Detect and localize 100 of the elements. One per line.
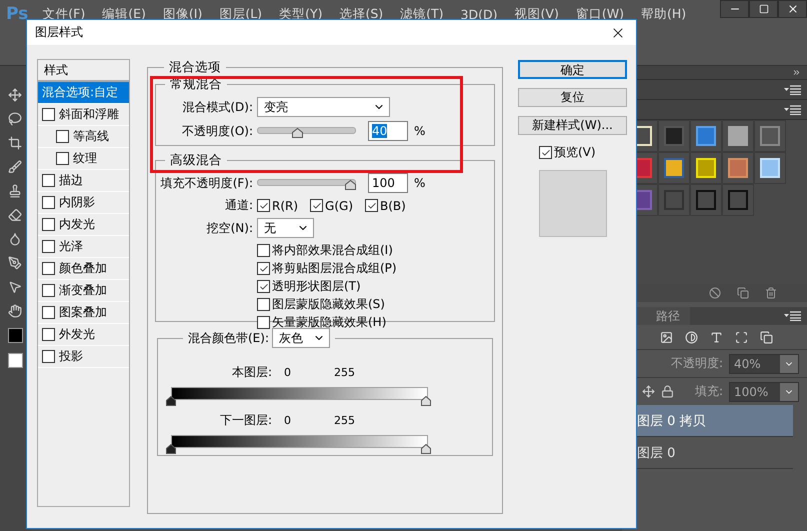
style-list-item[interactable]: 内发光 bbox=[38, 214, 129, 236]
lock-icon[interactable] bbox=[661, 385, 674, 398]
preview-swatch bbox=[539, 170, 607, 237]
style-list-item[interactable]: 斜面和浮雕 bbox=[38, 104, 129, 126]
opacity-label: 不透明度: bbox=[670, 355, 723, 372]
percent-unit: % bbox=[414, 176, 426, 190]
field-label: 挖空(N): bbox=[206, 220, 254, 236]
panel-menu-icon[interactable] bbox=[784, 104, 801, 114]
eraser-icon[interactable] bbox=[8, 208, 22, 222]
field-label: 混合模式(D): bbox=[181, 98, 254, 116]
field-label: 通道: bbox=[224, 197, 254, 214]
background-color-swatch[interactable] bbox=[8, 353, 22, 368]
style-list-item[interactable]: 图案叠加 bbox=[38, 302, 129, 324]
dialog-title: 图层样式 bbox=[35, 24, 83, 41]
style-list-item[interactable]: 内阴影 bbox=[38, 192, 129, 214]
dialog-button[interactable]: 新建样式(W)... bbox=[518, 116, 627, 135]
crop-icon[interactable] bbox=[8, 136, 22, 150]
collapse-icon[interactable] bbox=[792, 68, 801, 77]
blend-mode-dropdown[interactable]: 变亮 bbox=[257, 97, 390, 117]
droplet-icon[interactable] bbox=[8, 232, 22, 246]
channel-checkbox[interactable]: R(R) bbox=[257, 198, 298, 212]
move-icon[interactable] bbox=[8, 88, 22, 102]
style-list-item[interactable]: 投影 bbox=[38, 346, 129, 368]
field-label: 混合颜色带(E): bbox=[188, 330, 269, 346]
knockout-dropdown[interactable]: 无 bbox=[257, 218, 314, 238]
band-high-value: 255 bbox=[333, 366, 356, 379]
stamp-icon[interactable] bbox=[8, 184, 22, 198]
group-title: 混合选项 bbox=[168, 59, 222, 76]
option-checkbox[interactable]: 将剪贴图层混合成组(P) bbox=[257, 260, 482, 277]
opacity-field[interactable]: 40% bbox=[729, 354, 799, 374]
style-list-item[interactable]: 光泽 bbox=[38, 236, 129, 258]
check-icon bbox=[258, 200, 268, 210]
fill-opacity-input[interactable]: 100 bbox=[368, 173, 408, 193]
menu-item[interactable]: 图像(I) bbox=[162, 6, 202, 22]
smart-object-filter-icon[interactable] bbox=[760, 330, 773, 344]
clear-style-icon[interactable] bbox=[709, 287, 721, 299]
pointer-icon[interactable] bbox=[8, 280, 22, 294]
channel-checkbox[interactable]: G(G) bbox=[310, 198, 354, 212]
menu-item[interactable]: 编辑(E) bbox=[102, 6, 146, 22]
adjustment-filter-icon[interactable] bbox=[685, 330, 698, 344]
field-label: 不透明度(O): bbox=[181, 122, 254, 140]
style-list-item[interactable]: 外发光 bbox=[38, 324, 129, 346]
band-high-value: 255 bbox=[333, 414, 356, 427]
type-filter-icon[interactable] bbox=[710, 330, 723, 344]
check-icon bbox=[312, 200, 322, 210]
percent-unit: % bbox=[414, 124, 426, 138]
menu-item[interactable]: 帮助(H) bbox=[640, 6, 686, 22]
option-checkbox[interactable]: 将内部效果混合成组(I) bbox=[257, 242, 482, 259]
hand-icon[interactable] bbox=[8, 304, 22, 318]
band-low-value: 0 bbox=[283, 414, 292, 427]
fill-field[interactable]: 100% bbox=[729, 382, 799, 402]
menu-item[interactable]: 图层(L) bbox=[219, 6, 262, 22]
menu-item[interactable]: 3D(D) bbox=[460, 6, 498, 22]
new-style-icon[interactable] bbox=[737, 287, 749, 299]
field-label: 填充不透明度(F): bbox=[160, 174, 254, 192]
close-button[interactable] bbox=[778, 0, 807, 18]
brush-icon[interactable] bbox=[8, 160, 22, 174]
fill-label: 填充: bbox=[694, 383, 723, 400]
check-icon bbox=[540, 148, 550, 158]
range-handle[interactable] bbox=[166, 396, 176, 406]
opacity-slider[interactable] bbox=[257, 124, 356, 138]
check-icon bbox=[366, 200, 377, 210]
move-icon[interactable] bbox=[642, 385, 655, 398]
close-icon bbox=[786, 3, 798, 15]
option-checkbox[interactable]: 图层蒙版隐藏效果(S) bbox=[257, 296, 482, 313]
opacity-slider[interactable] bbox=[257, 176, 356, 190]
menu-item[interactable]: 窗口(W) bbox=[576, 6, 624, 22]
channel-checkbox[interactable]: B(B) bbox=[365, 198, 406, 212]
pen-icon[interactable] bbox=[8, 256, 22, 270]
image-filter-icon[interactable] bbox=[660, 330, 673, 344]
panel-menu-icon[interactable] bbox=[784, 311, 801, 321]
option-checkbox[interactable]: 矢量蒙版隐藏效果(H) bbox=[257, 314, 482, 331]
dialog-button[interactable]: 确定 bbox=[518, 60, 627, 79]
trash-icon[interactable] bbox=[765, 287, 777, 299]
blend-if-dropdown[interactable]: 灰色 bbox=[272, 328, 330, 348]
option-checkbox[interactable]: 透明形状图层(T) bbox=[257, 278, 482, 295]
panel-menu-icon[interactable] bbox=[784, 84, 801, 94]
app-logo: Ps bbox=[6, 4, 28, 24]
band-label: 本图层: bbox=[230, 364, 272, 381]
opacity-input[interactable]: 40 bbox=[368, 121, 408, 141]
shape-filter-icon[interactable] bbox=[735, 330, 748, 344]
style-list-item[interactable]: 混合选项:自定 bbox=[38, 82, 129, 104]
band-label: 下一图层: bbox=[218, 412, 272, 429]
range-handle[interactable] bbox=[166, 444, 176, 454]
style-list-item[interactable]: 描边 bbox=[38, 170, 129, 192]
menu-item[interactable]: 视图(V) bbox=[514, 6, 559, 22]
style-list-item[interactable]: 等高线 bbox=[38, 126, 129, 148]
dialog-button[interactable]: 复位 bbox=[518, 88, 627, 107]
maximize-icon bbox=[758, 4, 768, 14]
style-preset-icon[interactable] bbox=[664, 158, 684, 178]
foreground-color-swatch[interactable] bbox=[8, 328, 22, 343]
preview-checkbox[interactable]: 预览(V) bbox=[539, 144, 615, 161]
style-list-item[interactable]: 渐变叠加 bbox=[38, 280, 129, 302]
lasso-icon[interactable] bbox=[8, 112, 22, 126]
band-low-value: 0 bbox=[283, 366, 292, 379]
maximize-button[interactable] bbox=[749, 0, 778, 18]
style-list-item[interactable]: 颜色叠加 bbox=[38, 258, 129, 280]
group-title: 高级混合 bbox=[169, 152, 223, 169]
menu-item[interactable]: 滤镜(T) bbox=[400, 6, 444, 22]
style-list-item[interactable]: 纹理 bbox=[38, 148, 129, 170]
